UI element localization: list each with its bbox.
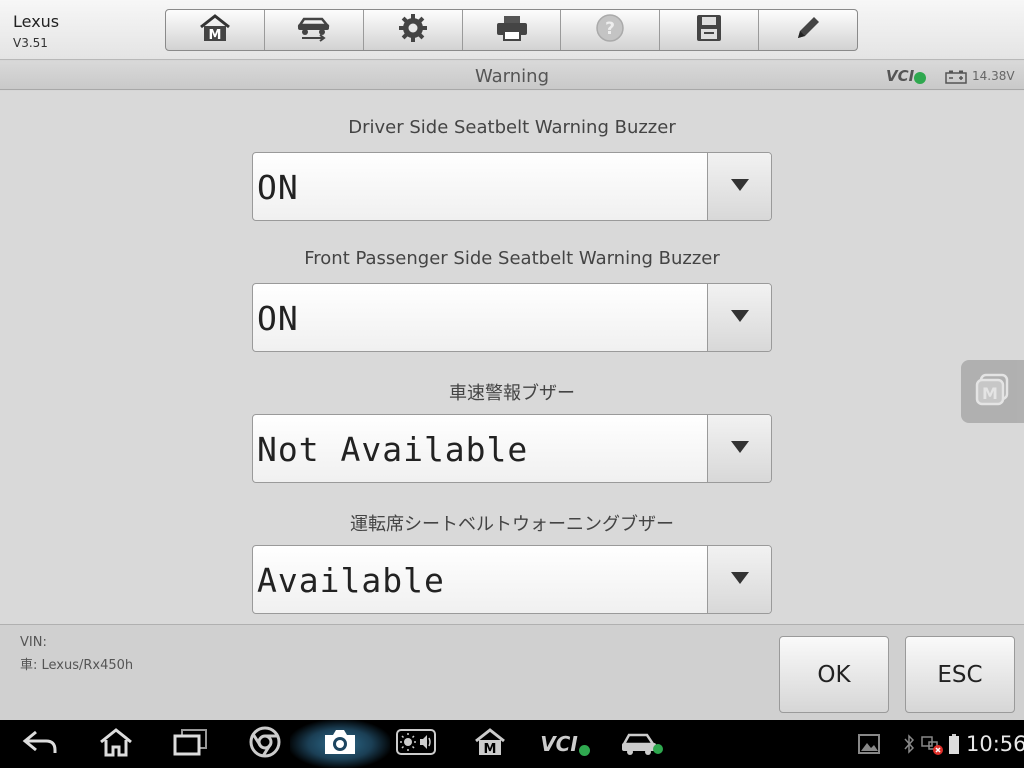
vci-label: VCI (540, 732, 578, 756)
bluetooth-icon (901, 720, 917, 768)
vci-status-label: VCI (886, 67, 915, 85)
driver-seatbelt-warning-select[interactable]: Available (252, 545, 772, 614)
maxi-m-icon: M (975, 373, 1011, 411)
back-arrow-icon (22, 729, 58, 759)
top-bar: Lexus V3.51 M ? (0, 0, 1024, 60)
triangle-down-icon (730, 177, 750, 196)
home-m-icon: M (198, 13, 232, 47)
passenger-buzzer-select[interactable]: ON (252, 283, 772, 352)
settings-button[interactable] (364, 10, 463, 50)
title-bar: Warning VCI 14.38V (0, 61, 1024, 90)
vci-manager-button[interactable]: VCI (538, 720, 592, 768)
car-icon (620, 728, 664, 760)
floating-menu-button[interactable]: M (961, 360, 1024, 423)
dropdown-arrow-button[interactable] (707, 546, 771, 613)
svg-text:M: M (484, 742, 497, 757)
driver-buzzer-select[interactable]: ON (252, 152, 772, 221)
triangle-down-icon (730, 308, 750, 327)
vehicle-app-button[interactable] (618, 720, 666, 768)
dropdown-arrow-button[interactable] (707, 415, 771, 482)
select-value: Available (257, 561, 445, 600)
camera-app-button[interactable] (318, 720, 362, 768)
home-system-button[interactable] (94, 720, 138, 768)
triangle-down-icon (730, 570, 750, 589)
vehicle-label: 車: Lexus/Rx450h (20, 658, 134, 673)
svg-text:?: ? (605, 19, 615, 39)
esc-button[interactable]: ESC (905, 636, 1015, 713)
recent-apps-button[interactable] (168, 720, 212, 768)
print-button[interactable] (463, 10, 562, 50)
edit-button[interactable] (759, 10, 857, 50)
select-value: ON (257, 168, 299, 207)
save-button[interactable] (660, 10, 760, 50)
vehicle-swap-button[interactable] (265, 10, 364, 50)
network-disconnected-icon (919, 720, 945, 768)
printer-icon (495, 14, 529, 46)
help-button[interactable]: ? (561, 10, 661, 50)
field-label: 車速警報ブザー (449, 383, 575, 404)
battery-icon (945, 69, 967, 88)
vehicle-info-footer: VIN: 車: Lexus/Rx450h OK ESC (0, 624, 1024, 720)
pencil-icon (793, 13, 823, 47)
select-value: Not Available (257, 430, 529, 469)
battery-voltage: 14.38V (972, 69, 1015, 83)
svg-text:M: M (208, 28, 221, 43)
field-label: Driver Side Seatbelt Warning Buzzer (348, 117, 676, 138)
brightness-volume-button[interactable] (393, 720, 439, 768)
gear-icon (398, 13, 428, 47)
vin-label: VIN: (20, 635, 47, 650)
toolbar: M ? (165, 9, 858, 51)
maxisys-home-button[interactable]: M (468, 720, 512, 768)
home-button[interactable]: M (166, 10, 265, 50)
page-title: Warning (474, 66, 549, 87)
vci-connected-check-icon (578, 744, 590, 756)
system-nav-bar: M VCI 10:56 (0, 720, 1024, 768)
dropdown-arrow-button[interactable] (707, 153, 771, 220)
notification-image-icon[interactable] (856, 720, 882, 768)
back-button[interactable] (18, 720, 62, 768)
save-icon (696, 14, 722, 46)
recent-apps-icon (172, 728, 208, 760)
field-label: 運転席シートベルトウォーニングブザー (350, 514, 674, 535)
camera-icon (322, 727, 358, 761)
app-name: Lexus (13, 12, 60, 31)
svg-text:M: M (982, 384, 998, 403)
brightness-volume-icon (396, 729, 436, 759)
chrome-icon (249, 726, 281, 762)
select-value: ON (257, 299, 299, 338)
home-icon (98, 727, 134, 761)
dropdown-arrow-button[interactable] (707, 284, 771, 351)
battery-level-icon (946, 720, 962, 768)
system-clock: 10:56 (966, 732, 1024, 756)
ok-button[interactable]: OK (779, 636, 889, 713)
maxisys-home-icon: M (473, 727, 507, 761)
field-label: Front Passenger Side Seatbelt Warning Bu… (304, 248, 720, 269)
triangle-down-icon (730, 439, 750, 458)
app-version: V3.51 (13, 36, 48, 50)
vci-connected-icon (914, 72, 926, 84)
vehicle-swap-icon (294, 13, 334, 47)
chrome-app-button[interactable] (243, 720, 287, 768)
help-icon: ? (595, 13, 625, 47)
speed-buzzer-select[interactable]: Not Available (252, 414, 772, 483)
settings-content: Driver Side Seatbelt Warning Buzzer ON F… (0, 91, 1024, 624)
